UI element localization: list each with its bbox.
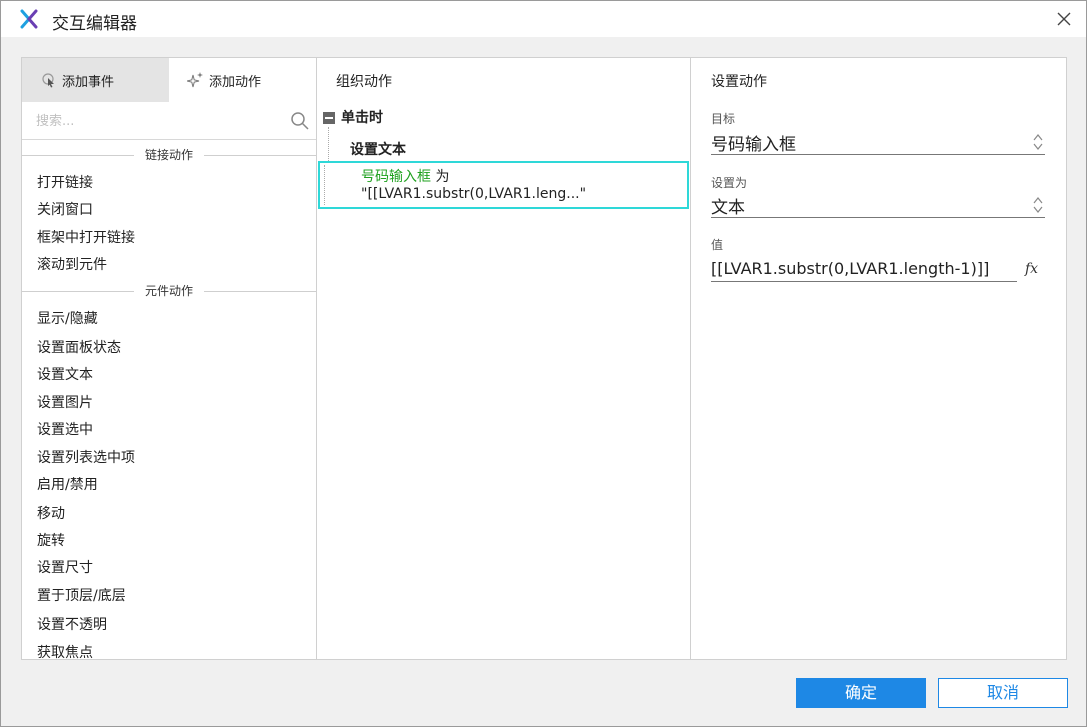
cancel-button[interactable]: 取消 bbox=[938, 678, 1068, 708]
tab-add-action[interactable]: 添加动作 bbox=[169, 58, 316, 102]
action-set-size[interactable]: 设置尺寸 bbox=[37, 557, 93, 577]
tree-connector bbox=[324, 165, 325, 205]
action-set-opacity[interactable]: 设置不透明 bbox=[37, 614, 107, 634]
fx-label: fx bbox=[1025, 261, 1039, 277]
library-tabs: 添加事件 添加动作 bbox=[22, 58, 316, 102]
app-logo-icon bbox=[20, 9, 38, 29]
action-show-hide[interactable]: 显示/隐藏 bbox=[37, 308, 98, 328]
close-button[interactable] bbox=[1052, 7, 1076, 31]
action-connector-text: 为 bbox=[431, 169, 450, 185]
action-set-selected[interactable]: 设置选中 bbox=[37, 419, 93, 439]
target-label: 目标 bbox=[711, 112, 736, 126]
sparkle-icon bbox=[187, 72, 203, 88]
action-detail-line1: 号码输入框 为 bbox=[361, 166, 449, 186]
set-as-select-value: 文本 bbox=[711, 198, 745, 218]
action-value-preview: "[[LVAR1.substr(0,LVAR1.leng..." bbox=[361, 186, 587, 202]
editor-body: 添加事件 添加动作 链接动作 打开链接 关闭窗口 bbox=[21, 57, 1067, 662]
set-as-select[interactable]: 文本 bbox=[711, 192, 1045, 218]
target-select-value: 号码输入框 bbox=[711, 135, 796, 155]
close-icon bbox=[1057, 12, 1071, 26]
chevron-updown-icon bbox=[1033, 134, 1043, 150]
function-fx-icon[interactable]: fx bbox=[1025, 261, 1043, 279]
cursor-click-icon bbox=[42, 73, 54, 88]
action-bring-to-front-back[interactable]: 置于顶层/底层 bbox=[37, 585, 126, 605]
action-set-text[interactable]: 设置文本 bbox=[37, 364, 93, 384]
action-scroll-to-widget[interactable]: 滚动到元件 bbox=[37, 254, 107, 274]
tab-add-action-label: 添加动作 bbox=[209, 74, 262, 90]
target-select[interactable]: 号码输入框 bbox=[711, 129, 1045, 155]
actions-library-panel: 添加事件 添加动作 链接动作 打开链接 关闭窗口 bbox=[22, 58, 317, 662]
value-input[interactable] bbox=[711, 256, 1017, 282]
action-open-link[interactable]: 打开链接 bbox=[37, 172, 93, 192]
window-title: 交互编辑器 bbox=[52, 14, 137, 34]
interaction-editor-dialog: 交互编辑器 添加事件 添加动作 搜索... 链接动作 打开链接 关闭窗口 框架中… bbox=[0, 0, 1087, 727]
title-bar: 交互编辑器 bbox=[1, 1, 1086, 37]
event-on-click[interactable]: 单击时 bbox=[341, 107, 383, 127]
action-focus[interactable]: 获取焦点 bbox=[37, 642, 93, 662]
action-close-window[interactable]: 关闭窗口 bbox=[37, 199, 93, 219]
action-search bbox=[22, 102, 316, 140]
chevron-updown-icon bbox=[1033, 197, 1043, 213]
collapse-icon[interactable] bbox=[323, 112, 335, 124]
section-link-actions: 链接动作 bbox=[22, 146, 316, 166]
selected-action-detail[interactable]: 号码输入框 为 "[[LVAR1.substr(0,LVAR1.leng..." bbox=[318, 161, 689, 209]
action-move[interactable]: 移动 bbox=[37, 503, 65, 523]
action-open-link-in-frame[interactable]: 框架中打开链接 bbox=[37, 227, 135, 247]
organize-actions-header: 组织动作 bbox=[336, 74, 392, 90]
organize-actions-panel: 组织动作 单击时 设置文本 号码输入框 为 "[[LVAR1.substr(0,… bbox=[317, 58, 691, 659]
action-set-image[interactable]: 设置图片 bbox=[37, 392, 93, 412]
ok-button[interactable]: 确定 bbox=[796, 678, 926, 708]
action-target-name: 号码输入框 bbox=[361, 169, 431, 185]
search-icon[interactable] bbox=[290, 111, 310, 131]
tab-add-event-label: 添加事件 bbox=[62, 74, 115, 90]
action-node-set-text[interactable]: 设置文本 bbox=[350, 139, 406, 159]
action-set-panel-state[interactable]: 设置面板状态 bbox=[37, 337, 121, 357]
action-rotate[interactable]: 旋转 bbox=[37, 530, 65, 550]
set-as-label: 设置为 bbox=[711, 176, 748, 190]
value-label: 值 bbox=[711, 238, 724, 252]
tab-add-event[interactable]: 添加事件 bbox=[22, 58, 169, 102]
search-input[interactable] bbox=[36, 110, 276, 132]
action-enable-disable[interactable]: 启用/禁用 bbox=[37, 474, 98, 494]
section-widget-actions: 元件动作 bbox=[22, 282, 316, 302]
configure-action-header: 设置动作 bbox=[711, 74, 767, 90]
action-set-list-selected[interactable]: 设置列表选中项 bbox=[37, 447, 135, 467]
configure-action-panel: 设置动作 目标 号码输入框 设置为 文本 值 fx bbox=[692, 58, 1066, 659]
